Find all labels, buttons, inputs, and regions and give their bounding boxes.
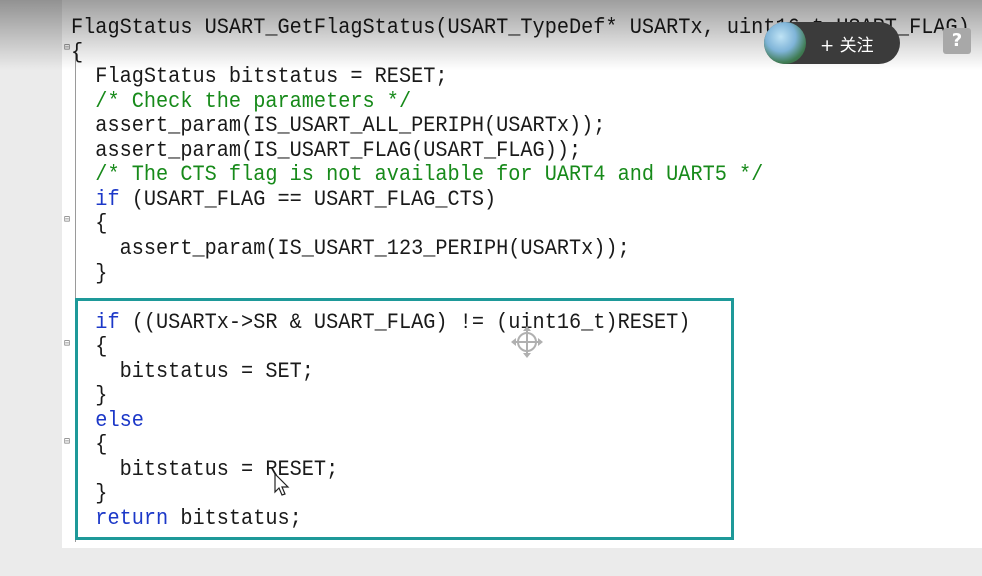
code-text: (USART_FLAG == USART_FLAG_CTS) (119, 186, 497, 212)
code-line[interactable]: assert_param(IS_USART_ALL_PERIPH(USARTx)… (71, 114, 605, 138)
code-line[interactable]: { (71, 39, 84, 65)
code-comment: /* The CTS flag is not available for UAR… (71, 162, 764, 188)
code-line[interactable]: if (USART_FLAG == USART_FLAG_CTS) (71, 186, 497, 212)
code-comment: /* Check the parameters */ (71, 88, 412, 114)
code-text: { (71, 39, 84, 65)
move-cursor-icon (511, 326, 543, 358)
highlight-box (75, 298, 734, 540)
code-text: FlagStatus bitstatus = RESET; (71, 64, 448, 90)
follow-label: + 关注 (820, 35, 874, 56)
code-line[interactable]: FlagStatus bitstatus = RESET; (71, 64, 448, 90)
code-line[interactable]: assert_param(IS_USART_123_PERIPH(USARTx)… (71, 235, 630, 261)
code-text: assert_param(IS_USART_123_PERIPH(USARTx)… (71, 235, 630, 261)
code-text: assert_param(IS_USART_FLAG(USART_FLAG)); (71, 137, 582, 163)
mouse-pointer-icon (274, 473, 290, 496)
avatar[interactable] (764, 22, 806, 64)
question-mark-icon[interactable]: ? (943, 28, 971, 54)
code-line[interactable]: /* Check the parameters */ (71, 88, 412, 114)
code-line[interactable]: { (71, 212, 107, 236)
code-text: } (71, 260, 108, 286)
code-keyword: if (95, 186, 120, 212)
code-line[interactable]: assert_param(IS_USART_FLAG(USART_FLAG)); (71, 137, 582, 163)
left-margin (0, 0, 62, 576)
code-line[interactable]: } (71, 260, 108, 286)
code-text: assert_param(IS_USART_ALL_PERIPH(USARTx)… (71, 113, 606, 139)
follow-button[interactable]: + 关注 (764, 22, 900, 64)
code-line[interactable]: /* The CTS flag is not available for UAR… (71, 163, 763, 187)
code-text: { (71, 211, 108, 237)
bottom-bar (0, 548, 982, 576)
